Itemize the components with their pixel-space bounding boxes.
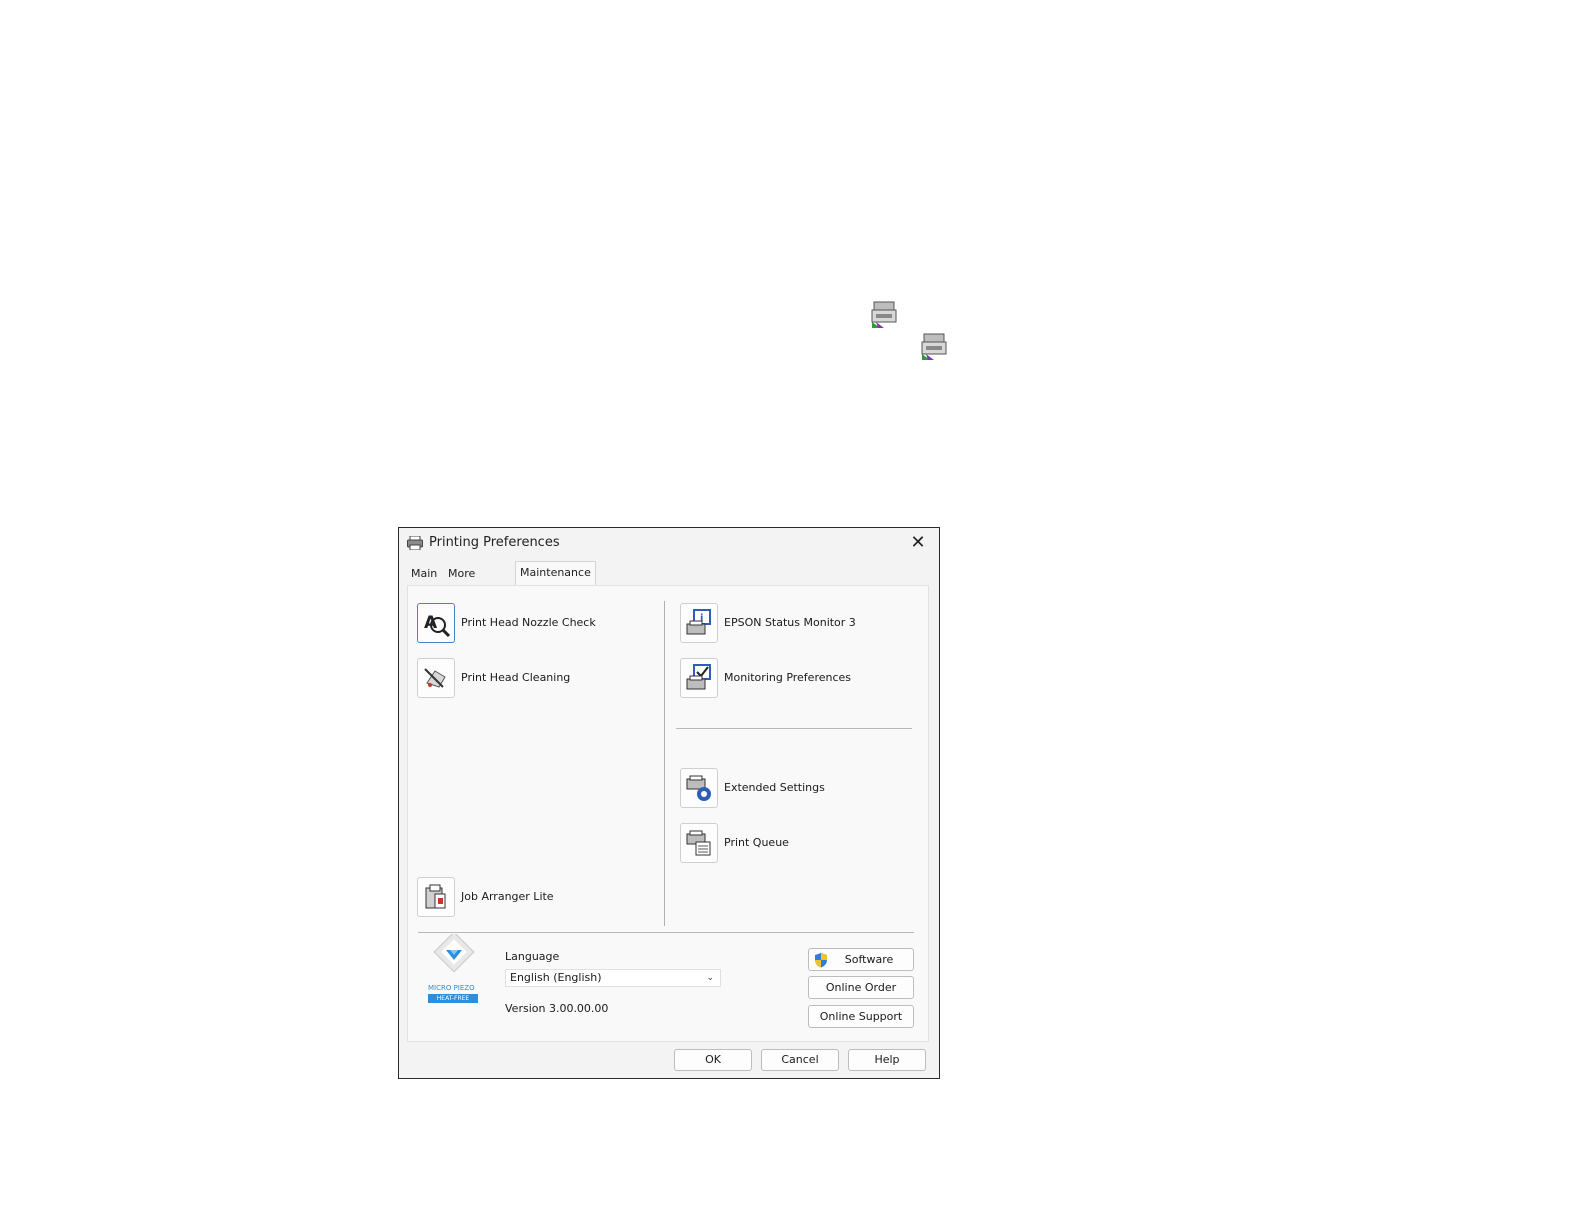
nozzle-check-icon: A — [417, 603, 455, 643]
print-queue-icon — [680, 823, 718, 863]
language-label: Language — [505, 950, 560, 963]
version-text: Version 3.00.00.00 — [505, 1002, 609, 1015]
software-update-button[interactable]: Software Update — [808, 948, 914, 987]
logo-text-heat-free: HEAT-FREE — [428, 994, 478, 1003]
nozzle-check-label: Print Head Nozzle Check — [461, 616, 596, 629]
chevron-down-icon: ⌄ — [706, 973, 714, 983]
language-select[interactable]: English (English) ⌄ — [505, 969, 721, 987]
shield-icon — [815, 953, 827, 968]
head-cleaning-icon — [417, 658, 455, 698]
tab-maintenance[interactable]: Maintenance — [515, 561, 596, 587]
title-bar: Printing Preferences ✕ — [399, 528, 939, 558]
status-monitor-label: EPSON Status Monitor 3 — [724, 616, 856, 629]
online-support-button[interactable]: Online Support — [808, 1005, 914, 1028]
online-order-button[interactable]: Online Order — [808, 976, 914, 999]
window-title: Printing Preferences — [429, 535, 560, 550]
language-selected-value: English (English) — [510, 971, 602, 984]
right-section-divider — [676, 728, 912, 729]
epson-printer-tray-icon-2 — [921, 333, 947, 360]
head-cleaning-label: Print Head Cleaning — [461, 671, 571, 684]
extended-settings-label: Extended Settings — [724, 781, 825, 794]
cancel-button[interactable]: Cancel — [761, 1049, 839, 1071]
tab-main[interactable]: Main — [407, 563, 441, 585]
logo-text-micro-piezo: MICRO PIEZO — [428, 984, 475, 992]
bottom-section-divider — [418, 932, 914, 933]
column-divider — [664, 601, 665, 926]
maintenance-panel: A Print Head Nozzle Check Print Head Cle… — [407, 585, 929, 1042]
extended-settings-icon — [680, 768, 718, 808]
close-icon: ✕ — [910, 532, 926, 553]
close-button[interactable]: ✕ — [905, 531, 931, 555]
printing-preferences-dialog: Printing Preferences ✕ Main More Options… — [398, 527, 940, 1079]
help-button[interactable]: Help — [848, 1049, 926, 1071]
job-arranger-label: Job Arranger Lite — [461, 890, 554, 903]
tab-more-options[interactable]: More Options — [444, 563, 494, 602]
status-monitor-icon: i — [680, 603, 718, 643]
job-arranger-icon — [417, 877, 455, 917]
epson-printer-tray-icon — [871, 301, 897, 328]
monitoring-preferences-icon — [680, 658, 718, 698]
monitoring-preferences-label: Monitoring Preferences — [724, 671, 852, 684]
ok-button[interactable]: OK — [674, 1049, 752, 1071]
micro-piezo-logo: MICRO PIEZO HEAT-FREE — [426, 931, 482, 1010]
printer-icon — [407, 536, 423, 550]
print-queue-label: Print Queue — [724, 836, 789, 849]
